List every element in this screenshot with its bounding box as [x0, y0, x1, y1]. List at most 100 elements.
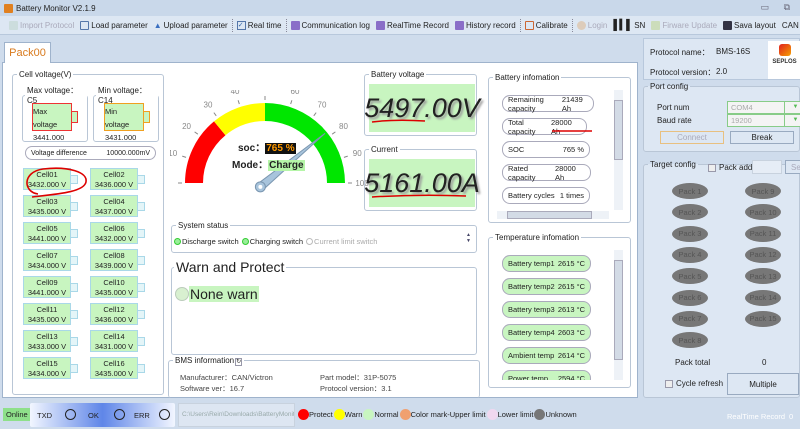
baud-rate-select[interactable]: 19200 ▼ [727, 114, 800, 127]
battery-terminal [70, 229, 78, 238]
pack-button-7[interactable]: Pack 7 [672, 310, 708, 327]
pack-button-1[interactable]: Pack 1 [672, 183, 708, 199]
pack-button-4[interactable]: Pack 4 [672, 246, 708, 263]
group-title: Battery voltage [371, 70, 425, 79]
import-protocol-button[interactable]: Import Protocol [6, 17, 77, 34]
refresh-icon[interactable]: ↻ [235, 358, 243, 366]
scroll-thumb[interactable] [614, 260, 623, 360]
cell-name: Cell12 [103, 305, 125, 314]
battery-terminal [137, 364, 145, 373]
label: Sava layout [734, 20, 776, 30]
scroll-thumb[interactable] [614, 100, 623, 160]
pack-addr-checkbox[interactable]: Pack addr [708, 163, 755, 172]
pack-button-11[interactable]: Pack 11 [745, 225, 781, 242]
label: Real time [247, 20, 282, 30]
label: SN [634, 20, 646, 30]
legend-item: Protect [298, 409, 333, 420]
pack-button-15[interactable]: Pack 15 [745, 310, 781, 327]
pack-button-8[interactable]: Pack 8 [672, 332, 708, 349]
battery-terminal [70, 337, 78, 346]
legend-item: Color mark-Upper limit [399, 409, 486, 420]
cell-voltage: 3432.000 V [94, 234, 134, 243]
baud-rate-label: Baud rate [657, 116, 692, 125]
value: 10000.000mV [106, 149, 150, 157]
temperature-vscroll[interactable] [614, 250, 623, 380]
set-button[interactable]: Se [785, 160, 800, 174]
cell-name: Cell09 [36, 278, 58, 287]
value: 28000 Ah [554, 163, 576, 182]
battery-terminal [137, 337, 145, 346]
record-count: 0 [789, 412, 794, 421]
divider [571, 18, 573, 32]
battery-terminal [71, 111, 78, 123]
comm-indicators: TXD OK ERR [30, 403, 175, 427]
load-parameter-button[interactable]: Load parameter [77, 17, 150, 34]
cell-16: Cell16 3435.000 V [90, 357, 145, 379]
pack-button-9[interactable]: Pack 9 [745, 183, 781, 199]
battery-terminal [137, 229, 145, 238]
legend-item: Warn [333, 409, 362, 420]
history-record-button[interactable]: History record [452, 17, 519, 34]
label: Charging switch [249, 237, 304, 246]
battery-info-item: SOC 765 % [502, 141, 590, 158]
manufacturer: Manufacturer：CAN/Victron [180, 373, 273, 382]
value: 2613 °C [557, 305, 585, 314]
cell-name: Cell07 [36, 251, 58, 260]
break-button[interactable]: Break [730, 131, 794, 144]
communication-log-button[interactable]: Communication log [288, 17, 373, 34]
firmware-update-button[interactable]: Firware Update [648, 17, 720, 34]
pack-addr-input[interactable] [752, 160, 782, 174]
status-scroll[interactable]: ▲ ▼ [466, 232, 471, 244]
status-text: None warn [189, 286, 259, 302]
port-num-select[interactable]: COM4 ▼ [727, 101, 800, 114]
legend-item: Lower limit [486, 409, 533, 420]
mode-readout: Mode：Charge [232, 156, 305, 171]
battery-terminal [137, 256, 145, 265]
cell-voltage: 3433.000 V [27, 342, 67, 351]
status-indicator-icon [175, 287, 189, 301]
save-layout-button[interactable]: Sava layout [720, 17, 779, 34]
calibrate-button[interactable]: Calibrate [522, 17, 571, 34]
protocol-version-value: 2.0 [716, 67, 728, 76]
cycle-refresh-checkbox[interactable]: Cycle refresh [665, 379, 723, 388]
load-icon [80, 20, 90, 30]
can-dropdown[interactable]: CAN▼ [779, 17, 800, 34]
group-title: Target config [648, 160, 698, 169]
sn-button[interactable]: ▌▍▌ SN [610, 17, 648, 34]
pack-button-12[interactable]: Pack 12 [745, 246, 781, 263]
value: 2615 °C [557, 259, 585, 268]
cell-voltage: 3439.000 V [94, 261, 134, 270]
legend-label: Color mark-Upper limit [410, 410, 486, 419]
window-controls[interactable]: ▭ ⧉ [761, 2, 796, 13]
pack-button-14[interactable]: Pack 14 [745, 289, 781, 306]
battery-info-vscroll[interactable] [614, 90, 623, 210]
mode-label: Mode： [232, 160, 269, 171]
title-bar: Battery Monitor V2.1.9 ▭ ⧉ [0, 0, 800, 16]
gauge-tick [194, 131, 199, 135]
real-time-toggle[interactable]: ✓ Real time [234, 17, 285, 34]
battery-terminal [70, 364, 78, 373]
checkbox-icon: ✓ [236, 20, 246, 30]
battery-info-item: Rated capacity 28000 Ah [502, 163, 591, 182]
group-title: Current [371, 145, 398, 154]
label: Calibrate [535, 20, 568, 30]
cell-10: Cell10 3435.000 V [90, 276, 145, 298]
gauge-tick [290, 100, 293, 105]
realtime-record-button[interactable]: RealTime Record [373, 17, 452, 34]
battery-info-hscroll[interactable] [497, 211, 609, 219]
barcode-icon: ▌▍▌ [613, 19, 633, 31]
pack-button-6[interactable]: Pack 6 [672, 289, 708, 306]
status-dot-icon [306, 238, 314, 245]
scroll-thumb[interactable] [507, 211, 592, 219]
tab-pack00[interactable]: Pack00 [4, 42, 51, 63]
legend-color-icon [534, 409, 546, 420]
pack-button-3[interactable]: Pack 3 [672, 225, 708, 242]
connect-button[interactable]: Connect [660, 131, 724, 144]
multiple-button[interactable]: Multiple [727, 373, 799, 395]
temperature-item: Battery temp3 2613 °C [502, 301, 591, 318]
upload-parameter-button[interactable]: ▲ Upload parameter [151, 17, 231, 34]
cell-voltage: 3435.000 V [94, 288, 134, 297]
switch-indicator: Discharge switch [174, 237, 239, 246]
login-button[interactable]: Login [574, 17, 611, 34]
label: BMS information [175, 356, 235, 365]
